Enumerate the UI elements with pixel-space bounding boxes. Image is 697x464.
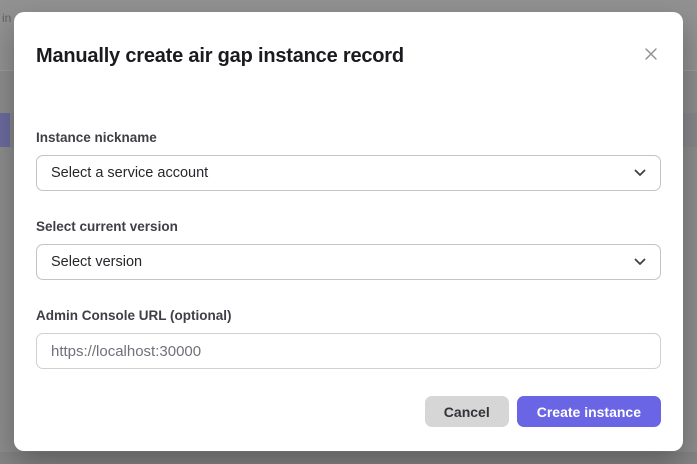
service-account-select-value: Select a service account [51, 165, 208, 181]
modal-title: Manually create air gap instance record [36, 42, 404, 70]
close-button[interactable] [641, 44, 661, 64]
field-instance-nickname: Instance nickname Select a service accou… [36, 129, 661, 191]
service-account-select[interactable]: Select a service account [36, 155, 661, 191]
create-instance-button[interactable]: Create instance [517, 396, 661, 427]
modal-header: Manually create air gap instance record [36, 42, 661, 70]
field-admin-console-url: Admin Console URL (optional) [36, 307, 661, 369]
create-air-gap-instance-modal: Manually create air gap instance record … [14, 12, 683, 451]
close-icon [643, 50, 659, 65]
instance-nickname-label: Instance nickname [36, 129, 661, 147]
version-select-value: Select version [51, 254, 142, 270]
current-version-label: Select current version [36, 218, 661, 236]
background-page-text-fragment: in [2, 11, 11, 25]
modal-footer: Cancel Create instance [36, 396, 661, 427]
chevron-down-icon [634, 164, 646, 182]
version-select[interactable]: Select version [36, 244, 661, 280]
field-current-version: Select current version Select version [36, 218, 661, 280]
background-button-fragment [0, 113, 10, 147]
admin-console-url-label: Admin Console URL (optional) [36, 307, 661, 325]
chevron-down-icon [634, 253, 646, 271]
admin-console-url-input[interactable] [36, 333, 661, 369]
cancel-button[interactable]: Cancel [425, 396, 509, 427]
background-bottom-band [0, 452, 697, 464]
